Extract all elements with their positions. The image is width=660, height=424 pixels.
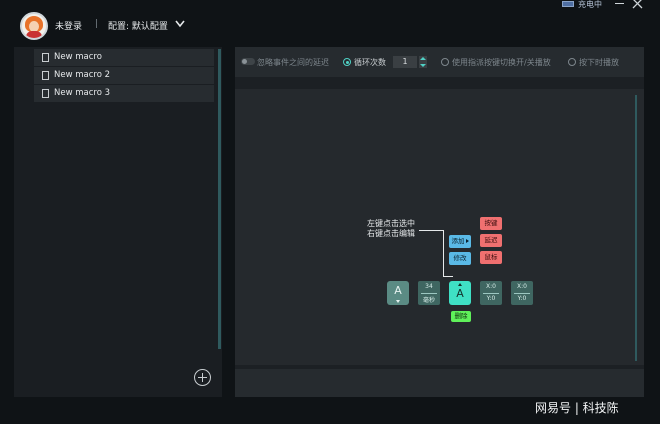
mouse-y: Y:0 — [517, 295, 527, 302]
delay-value: 34 — [425, 283, 433, 290]
playback-options-bar: 忽略事件之间的延迟 循环次数 1 使用指派按键切换开/关播放 按下时播放 — [235, 47, 644, 77]
macro-list-item[interactable]: New macro 3 — [34, 85, 214, 102]
delay-unit: 毫秒 — [422, 297, 435, 304]
hold-mode-radio[interactable] — [568, 58, 576, 66]
key-release-event-selected[interactable]: A — [449, 281, 471, 305]
position-divider — [483, 293, 499, 294]
delay-event[interactable]: 34 毫秒 — [418, 281, 440, 305]
chevron-down-icon[interactable] — [175, 20, 185, 28]
macro-label: New macro — [54, 52, 102, 62]
document-icon — [42, 53, 49, 62]
key-down-icon — [396, 300, 400, 303]
mouse-position-event[interactable]: X:0 Y:0 — [511, 281, 533, 305]
edit-action-button[interactable]: 修改 — [449, 252, 471, 265]
macro-list-item[interactable]: New macro 2 — [34, 67, 214, 84]
avatar-shirt — [26, 31, 42, 38]
hint-connector — [443, 276, 453, 277]
minimize-icon[interactable] — [615, 3, 624, 4]
watermark: 网易号 | 科技陈 — [535, 401, 619, 415]
edit-hint: 左键点击选中 右键点击编辑 — [367, 219, 415, 239]
add-action-label: 添加 — [451, 237, 465, 245]
add-key-button[interactable]: 按键 — [480, 217, 502, 230]
mouse-x: X:0 — [486, 283, 496, 290]
login-status[interactable]: 未登录 — [55, 19, 82, 32]
toggle-mode-label: 使用指派按键切换开/关播放 — [452, 58, 551, 67]
position-divider — [514, 293, 530, 294]
macro-label: New macro 2 — [54, 70, 111, 80]
macro-canvas[interactable]: 左键点击选中 右键点击编辑 添加 修改 按键 延迟 鼠标 A 34 毫秒 A X… — [235, 89, 644, 365]
add-macro-button[interactable] — [194, 369, 211, 386]
loop-radio[interactable] — [343, 58, 351, 66]
mouse-x: X:0 — [517, 283, 527, 290]
loop-count-input[interactable]: 1 — [393, 56, 417, 68]
battery-icon — [562, 1, 574, 7]
loop-count-stepper[interactable] — [419, 56, 427, 68]
hold-mode-label: 按下时播放 — [579, 58, 619, 67]
mouse-position-event[interactable]: X:0 Y:0 — [480, 281, 502, 305]
top-bar: 未登录 | 配置: 默认配置 充电中 — [0, 0, 660, 48]
editor-bottom-bar — [235, 369, 644, 397]
config-selector-label[interactable]: 配置: 默认配置 — [108, 19, 168, 32]
add-delay-button[interactable]: 延迟 — [480, 234, 502, 247]
delete-event-button[interactable]: 删除 — [451, 311, 471, 322]
mouse-y: Y:0 — [486, 295, 496, 302]
hint-connector — [443, 230, 444, 276]
macro-list-panel: New macro New macro 2 New macro 3 — [14, 47, 222, 397]
canvas-scrollbar[interactable] — [635, 95, 637, 361]
loop-count-label: 循环次数 — [354, 58, 386, 67]
ignore-delay-toggle[interactable] — [241, 58, 255, 65]
header-separator: | — [95, 19, 99, 29]
submenu-arrow-icon — [465, 239, 469, 243]
document-icon — [42, 71, 49, 80]
key-label: A — [456, 287, 464, 300]
toggle-mode-radio[interactable] — [441, 58, 449, 66]
hint-connector — [419, 230, 443, 231]
delay-divider — [421, 293, 437, 294]
avatar[interactable] — [20, 12, 48, 40]
macro-editor-panel: 忽略事件之间的延迟 循环次数 1 使用指派按键切换开/关播放 按下时播放 左键点… — [235, 47, 644, 397]
macro-label: New macro 3 — [54, 88, 111, 98]
key-up-icon — [458, 283, 462, 286]
document-icon — [42, 89, 49, 98]
hint-line-2: 右键点击编辑 — [367, 229, 415, 238]
close-icon[interactable] — [632, 0, 643, 9]
add-action-button[interactable]: 添加 — [449, 235, 471, 248]
key-label: A — [394, 284, 402, 297]
battery-status: 充电中 — [578, 0, 602, 9]
key-press-event[interactable]: A — [387, 281, 409, 305]
add-mouse-button[interactable]: 鼠标 — [480, 251, 502, 264]
hint-line-1: 左键点击选中 — [367, 219, 415, 228]
ignore-delay-label: 忽略事件之间的延迟 — [257, 58, 329, 67]
macro-list-scrollbar[interactable] — [218, 49, 221, 349]
macro-list-item[interactable]: New macro — [34, 49, 214, 66]
